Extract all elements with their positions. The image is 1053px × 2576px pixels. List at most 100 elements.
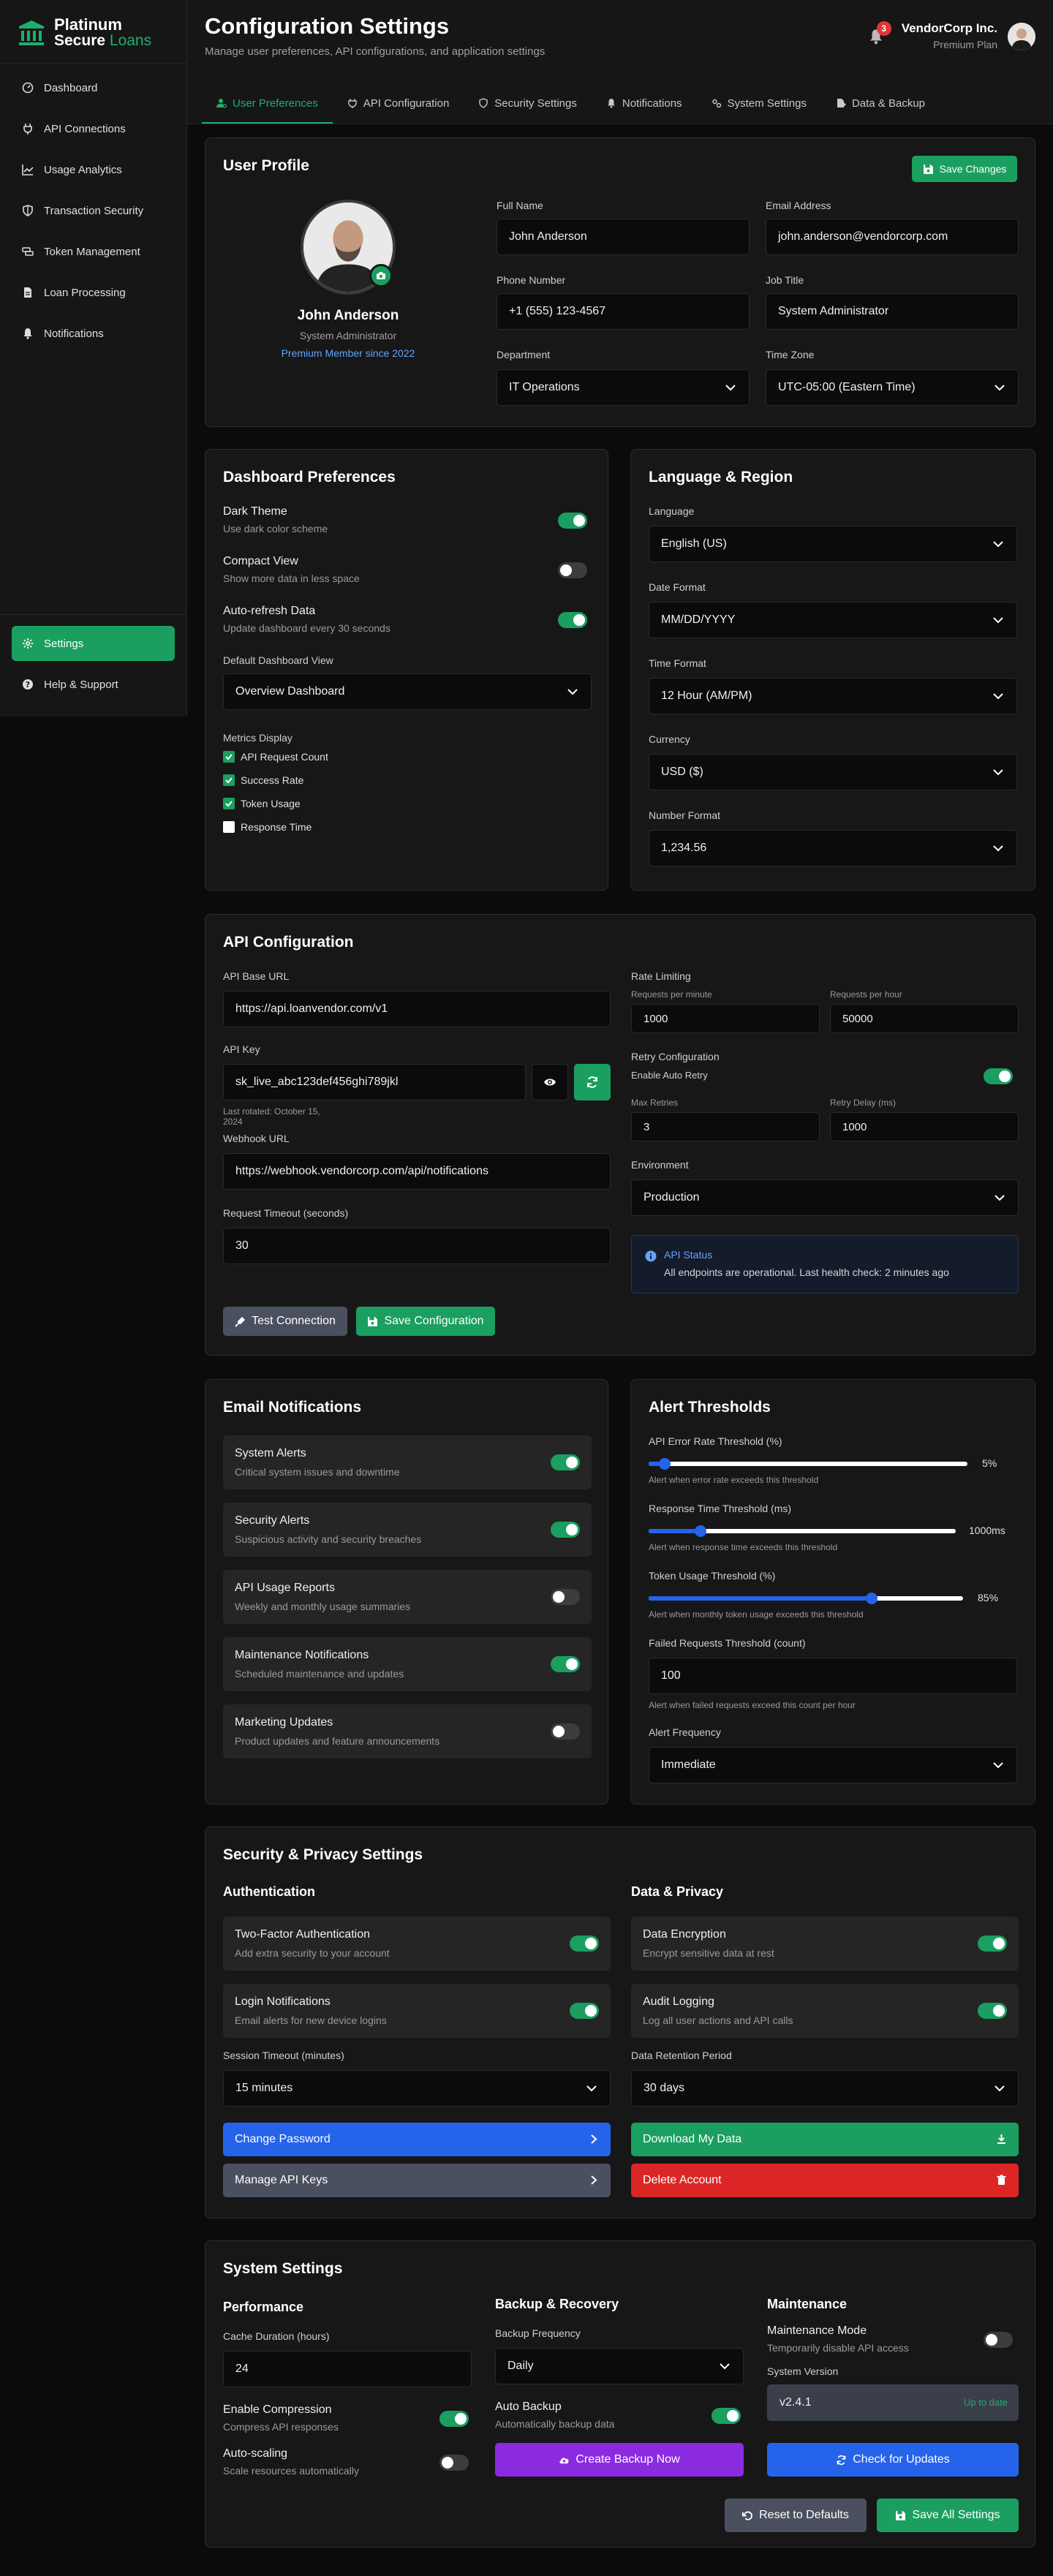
request-timeout-field[interactable]: 30 bbox=[223, 1228, 611, 1264]
tab-api-configuration[interactable]: API Configuration bbox=[333, 84, 464, 124]
metric-success-rate[interactable]: Success Rate bbox=[223, 774, 303, 786]
sidebar-item-help[interactable]: ? Help & Support bbox=[12, 667, 175, 702]
alert-frequency-select[interactable]: Immediate bbox=[649, 1747, 1017, 1783]
change-password-button[interactable]: Change Password bbox=[223, 2123, 611, 2156]
data-retention-select[interactable]: 30 days bbox=[631, 2070, 1019, 2107]
department-select[interactable]: IT Operations bbox=[497, 369, 750, 406]
test-connection-button[interactable]: Test Connection bbox=[223, 1307, 347, 1336]
sidebar-item-dashboard[interactable]: Dashboard bbox=[12, 70, 175, 105]
save-changes-button[interactable]: Save Changes bbox=[912, 156, 1017, 182]
sidebar-item-notifications[interactable]: Notifications bbox=[12, 316, 175, 351]
cache-duration-field[interactable]: 24 bbox=[223, 2351, 472, 2387]
save-configuration-button[interactable]: Save Configuration bbox=[356, 1307, 495, 1336]
default-view-select[interactable]: Overview Dashboard bbox=[223, 673, 592, 710]
checkbox[interactable] bbox=[223, 798, 235, 809]
full-name-field[interactable]: John Anderson bbox=[497, 219, 750, 255]
audit-logging-toggle[interactable] bbox=[978, 2003, 1007, 2019]
check-updates-button[interactable]: Check for Updates bbox=[767, 2443, 1019, 2477]
sidebar-item-api-connections[interactable]: API Connections bbox=[12, 111, 175, 146]
tab-system-settings[interactable]: System Settings bbox=[697, 84, 821, 124]
sidebar-item-transaction-security[interactable]: Transaction Security bbox=[12, 193, 175, 228]
number-format-select[interactable]: 1,234.56 bbox=[649, 830, 1017, 866]
slider-handle[interactable] bbox=[695, 1525, 707, 1537]
webhook-url-field[interactable]: https://webhook.vendorcorp.com/api/notif… bbox=[223, 1153, 611, 1190]
tab-user-preferences[interactable]: User Preferences bbox=[202, 84, 333, 124]
email-field[interactable]: john.anderson@vendorcorp.com bbox=[766, 219, 1019, 255]
language-select[interactable]: English (US) bbox=[649, 526, 1017, 562]
time-format-select[interactable]: 12 Hour (AM/PM) bbox=[649, 678, 1017, 714]
retry-delay-field[interactable]: 1000 bbox=[830, 1112, 1019, 1141]
session-timeout-select[interactable]: 15 minutes bbox=[223, 2070, 611, 2107]
two-factor-toggle[interactable] bbox=[570, 1935, 599, 1952]
date-format-select[interactable]: MM/DD/YYYY bbox=[649, 602, 1017, 638]
chevron-down-icon bbox=[993, 1762, 1003, 1769]
backup-frequency-select[interactable]: Daily bbox=[495, 2348, 744, 2384]
auto-scaling-toggle[interactable] bbox=[439, 2455, 469, 2471]
slider-handle[interactable] bbox=[658, 1458, 671, 1470]
maintenance-notifications-toggle[interactable] bbox=[551, 1656, 580, 1672]
environment-select[interactable]: Production bbox=[631, 1179, 1019, 1216]
metric-api-request-count[interactable]: API Request Count bbox=[223, 751, 328, 763]
auto-refresh-toggle[interactable] bbox=[558, 612, 587, 628]
download-my-data-button[interactable]: Download My Data bbox=[631, 2123, 1019, 2156]
notifications-button[interactable]: 3 bbox=[868, 21, 891, 45]
tab-notifications[interactable]: Notifications bbox=[592, 84, 697, 124]
max-retries-field[interactable]: 3 bbox=[631, 1112, 820, 1141]
reset-defaults-button[interactable]: Reset to Defaults bbox=[725, 2498, 867, 2532]
data-retention-label: Data Retention Period bbox=[631, 2050, 732, 2061]
sidebar-item-label: Usage Analytics bbox=[44, 163, 122, 176]
timezone-select[interactable]: UTC-05:00 (Eastern Time) bbox=[766, 369, 1019, 406]
sidebar-item-token-management[interactable]: Token Management bbox=[12, 234, 175, 269]
slider-handle[interactable] bbox=[866, 1593, 878, 1604]
currency-select[interactable]: USD ($) bbox=[649, 754, 1017, 790]
maintenance-mode-toggle[interactable] bbox=[984, 2332, 1013, 2348]
save-configuration-label: Save Configuration bbox=[384, 1315, 484, 1327]
sidebar-item-usage-analytics[interactable]: Usage Analytics bbox=[12, 152, 175, 187]
security-alerts-toggle[interactable] bbox=[551, 1522, 580, 1538]
rpm-field[interactable]: 1000 bbox=[631, 1004, 820, 1033]
tab-security-settings[interactable]: Security Settings bbox=[464, 84, 592, 124]
error-rate-slider[interactable] bbox=[649, 1458, 967, 1470]
checkbox[interactable] bbox=[223, 751, 235, 763]
metric-response-time[interactable]: Response Time bbox=[223, 821, 312, 833]
compression-toggle[interactable] bbox=[439, 2411, 469, 2427]
token-usage-slider[interactable] bbox=[649, 1593, 963, 1604]
tab-data-backup[interactable]: Data & Backup bbox=[821, 84, 940, 124]
api-usage-reports-toggle[interactable] bbox=[551, 1589, 580, 1605]
checkbox[interactable] bbox=[223, 774, 235, 786]
currency-value: USD ($) bbox=[661, 766, 703, 778]
sidebar-item-loan-processing[interactable]: Loan Processing bbox=[12, 275, 175, 310]
change-photo-button[interactable] bbox=[369, 264, 393, 287]
sidebar-nav: Dashboard API Connections Usage Analytic… bbox=[12, 70, 175, 357]
api-base-url-field[interactable]: https://api.loanvendor.com/v1 bbox=[223, 991, 611, 1027]
auto-backup-toggle[interactable] bbox=[712, 2408, 741, 2424]
avatar[interactable] bbox=[1008, 23, 1035, 50]
login-notifications-toggle[interactable] bbox=[570, 2003, 599, 2019]
system-alerts-toggle[interactable] bbox=[551, 1454, 580, 1470]
data-encryption-toggle[interactable] bbox=[978, 1935, 1007, 1952]
create-backup-button[interactable]: Create Backup Now bbox=[495, 2443, 744, 2477]
phone-field[interactable]: +1 (555) 123-4567 bbox=[497, 293, 750, 330]
marketing-updates-toggle[interactable] bbox=[551, 1723, 580, 1740]
chevron-down-icon bbox=[725, 385, 736, 391]
save-all-settings-button[interactable]: Save All Settings bbox=[877, 2498, 1019, 2532]
response-time-slider[interactable] bbox=[649, 1525, 956, 1537]
delete-account-button[interactable]: Delete Account bbox=[631, 2164, 1019, 2197]
api-key-field[interactable]: sk_live_abc123def456ghi789jkl bbox=[223, 1064, 526, 1100]
failed-requests-field[interactable]: 100 bbox=[649, 1658, 1017, 1694]
dark-theme-toggle[interactable] bbox=[558, 513, 587, 529]
brand-logo[interactable]: Platinum Secure Loans bbox=[16, 15, 151, 51]
auto-refresh-desc: Update dashboard every 30 seconds bbox=[223, 622, 390, 634]
show-api-key-button[interactable] bbox=[532, 1064, 568, 1100]
rph-field[interactable]: 50000 bbox=[830, 1004, 1019, 1033]
compact-view-toggle[interactable] bbox=[558, 562, 587, 578]
manage-api-keys-button[interactable]: Manage API Keys bbox=[223, 2164, 611, 2197]
metric-label: Success Rate bbox=[241, 774, 304, 786]
checkbox[interactable] bbox=[223, 821, 235, 833]
job-title-field[interactable]: System Administrator bbox=[766, 293, 1019, 330]
metric-token-usage[interactable]: Token Usage bbox=[223, 798, 301, 809]
auto-retry-toggle[interactable] bbox=[984, 1068, 1013, 1084]
bell-icon bbox=[23, 328, 32, 339]
rotate-api-key-button[interactable] bbox=[574, 1064, 611, 1100]
sidebar-item-settings[interactable]: Settings bbox=[12, 626, 175, 661]
